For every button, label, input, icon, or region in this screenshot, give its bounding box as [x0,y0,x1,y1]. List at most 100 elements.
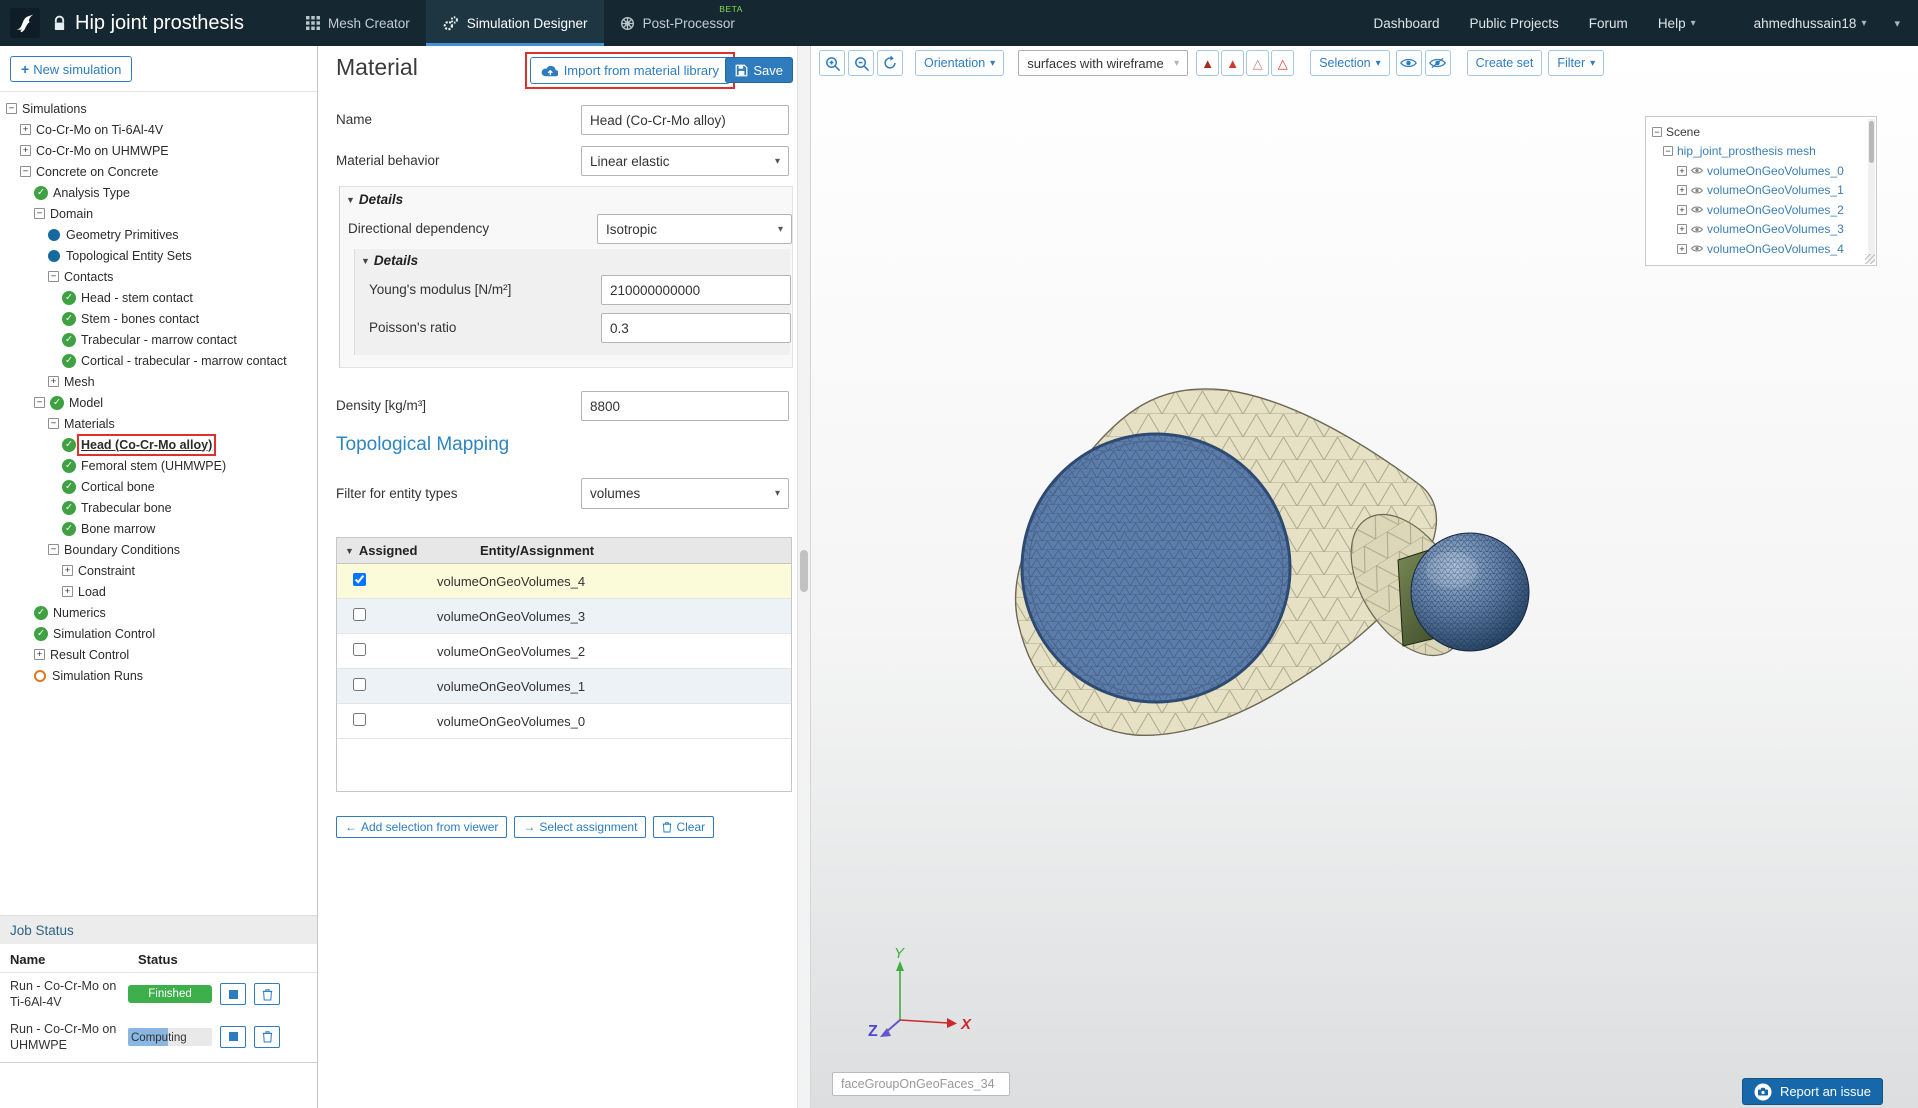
tree-item-model[interactable]: −✓Model [0,392,317,413]
viewer-3d[interactable]: Orientation ▾ surfaces with wireframe ▾ … [811,46,1918,1108]
material-behavior-select[interactable]: Linear elastic ▾ [581,146,789,176]
expand-icon[interactable]: + [1677,244,1687,254]
collapse-icon[interactable]: − [20,166,31,177]
tree-item-trabecular-marrow-contact[interactable]: ✓Trabecular - marrow contact [0,329,317,350]
nav-help[interactable]: Help▾ [1658,16,1696,31]
reset-view-button[interactable] [877,50,903,76]
show-selection-button[interactable] [1396,50,1422,76]
create-set-button[interactable]: Create set [1467,50,1543,76]
collapse-icon[interactable]: − [34,208,45,219]
tree-item-materials[interactable]: −Materials [0,413,317,434]
tree-item-head-stem-contact[interactable]: ✓Head - stem contact [0,287,317,308]
delete-run-button[interactable] [254,983,280,1005]
collapse-icon[interactable]: − [1652,127,1662,137]
scene-node-volumeongeovolumes-3[interactable]: +volumeOnGeoVolumes_3 [1648,220,1874,240]
tree-item-concrete-on-concrete[interactable]: −Concrete on Concrete [0,161,317,182]
assignment-row-volumeongeovolumes-3[interactable]: volumeOnGeoVolumes_3 [337,599,791,634]
delete-run-button[interactable] [254,1026,280,1048]
tree-item-numerics[interactable]: ✓Numerics [0,602,317,623]
collapse-icon[interactable]: − [1663,146,1673,156]
tab-mesh-creator[interactable]: Mesh Creator [290,0,426,46]
material-name-input[interactable] [581,105,789,135]
user-menu[interactable]: ahmedhussain18▾ [1754,16,1867,31]
scene-node-volumeongeovolumes-1[interactable]: +volumeOnGeoVolumes_1 [1648,181,1874,201]
tree-item-cortical-trabecular-marrow-contact[interactable]: ✓Cortical - trabecular - marrow contact [0,350,317,371]
orientation-dropdown[interactable]: Orientation ▾ [915,50,1004,76]
add-selection-from-viewer-button[interactable]: ← Add selection from viewer [336,816,507,838]
selection-dropdown[interactable]: Selection ▾ [1310,50,1389,76]
assignment-checkbox[interactable] [353,573,366,586]
visibility-eye-icon[interactable] [1691,244,1703,253]
visibility-eye-icon[interactable] [1691,166,1703,175]
expand-icon[interactable]: + [20,145,31,156]
expand-icon[interactable]: + [1677,224,1687,234]
tree-item-bone-marrow[interactable]: ✓Bone marrow [0,518,317,539]
tree-item-analysis-type[interactable]: ✓Analysis Type [0,182,317,203]
collapse-icon[interactable]: − [48,544,59,555]
scrollbar-thumb[interactable] [1869,121,1874,163]
expand-icon[interactable]: + [1677,205,1687,215]
scene-node-volumeongeovolumes-2[interactable]: +volumeOnGeoVolumes_2 [1648,200,1874,220]
nav-forum[interactable]: Forum [1589,16,1628,31]
tree-item-boundary-conditions[interactable]: −Boundary Conditions [0,539,317,560]
collapse-icon[interactable]: − [48,418,59,429]
tree-item-simulations[interactable]: −Simulations [0,98,317,119]
nav-dashboard[interactable]: Dashboard [1373,16,1439,31]
scrollbar-thumb[interactable] [800,550,808,592]
mesh-display-button-3[interactable]: △ [1246,50,1269,76]
panel-scrollbar[interactable] [797,46,811,1108]
expand-icon[interactable]: + [48,376,59,387]
collapse-icon[interactable]: − [6,103,17,114]
clear-assignment-button[interactable]: Clear [653,816,714,838]
save-button[interactable]: Save [725,57,793,83]
tab-simulation-designer[interactable]: Simulation Designer [426,0,604,46]
inner-details-header[interactable]: ▼ Details [361,253,418,268]
tree-item-co-cr-mo-on-ti-6al-4v[interactable]: +Co-Cr-Mo on Ti-6Al-4V [0,119,317,140]
assignment-row-volumeongeovolumes-4[interactable]: volumeOnGeoVolumes_4 [337,564,791,599]
assignment-row-volumeongeovolumes-1[interactable]: volumeOnGeoVolumes_1 [337,669,791,704]
tree-item-result-control[interactable]: +Result Control [0,644,317,665]
visibility-eye-icon[interactable] [1691,225,1703,234]
face-group-input[interactable] [832,1072,1010,1096]
zoom-in-button[interactable] [819,50,845,76]
tab-post-processor[interactable]: Post-Processor BETA [604,0,751,46]
assignment-row-volumeongeovolumes-2[interactable]: volumeOnGeoVolumes_2 [337,634,791,669]
stop-run-button[interactable] [220,983,246,1005]
app-logo-icon[interactable] [10,8,40,38]
tree-item-femoral-stem-uhmwpe[interactable]: ✓Femoral stem (UHMWPE) [0,455,317,476]
expand-icon[interactable]: + [1677,166,1687,176]
resize-handle[interactable] [1865,254,1875,264]
visibility-eye-icon[interactable] [1691,186,1703,195]
assignment-checkbox[interactable] [353,678,366,691]
prosthesis-head-sphere[interactable] [1411,533,1529,651]
assignment-checkbox[interactable] [353,643,366,656]
collapse-icon[interactable]: − [34,397,45,408]
mesh-display-button-1[interactable]: ▲ [1196,50,1219,76]
tree-item-mesh[interactable]: +Mesh [0,371,317,392]
filter-dropdown[interactable]: Filter ▾ [1548,50,1604,76]
expand-icon[interactable]: + [20,124,31,135]
assignment-row-volumeongeovolumes-0[interactable]: volumeOnGeoVolumes_0 [337,704,791,739]
expand-icon[interactable]: + [34,649,45,660]
report-issue-button[interactable]: Report an issue [1742,1078,1883,1105]
assignment-checkbox[interactable] [353,608,366,621]
select-assignment-button[interactable]: → Select assignment [514,816,646,838]
tree-item-co-cr-mo-on-uhmwpe[interactable]: +Co-Cr-Mo on UHMWPE [0,140,317,161]
mesh-display-button-2[interactable]: ▲ [1221,50,1244,76]
youngs-modulus-input[interactable] [601,275,791,305]
density-input[interactable] [581,391,789,421]
assigned-column-header[interactable]: ▼ Assigned [337,543,471,558]
mesh-display-button-4[interactable]: △ [1271,50,1294,76]
expand-icon[interactable]: + [1677,185,1687,195]
tree-item-cortical-bone[interactable]: ✓Cortical bone [0,476,317,497]
tree-item-constraint[interactable]: +Constraint [0,560,317,581]
poisson-ratio-input[interactable] [601,313,791,343]
tree-item-geometry-primitives[interactable]: Geometry Primitives [0,224,317,245]
entity-type-filter-select[interactable]: volumes ▾ [581,478,789,509]
tree-item-load[interactable]: +Load [0,581,317,602]
expand-icon[interactable]: + [62,586,73,597]
scene-node-volumeongeovolumes-4[interactable]: +volumeOnGeoVolumes_4 [1648,239,1874,259]
render-mode-select[interactable]: surfaces with wireframe ▾ [1018,50,1188,76]
scene-scrollbar[interactable] [1868,119,1875,263]
trabecular-section-mesh[interactable] [1022,434,1290,702]
